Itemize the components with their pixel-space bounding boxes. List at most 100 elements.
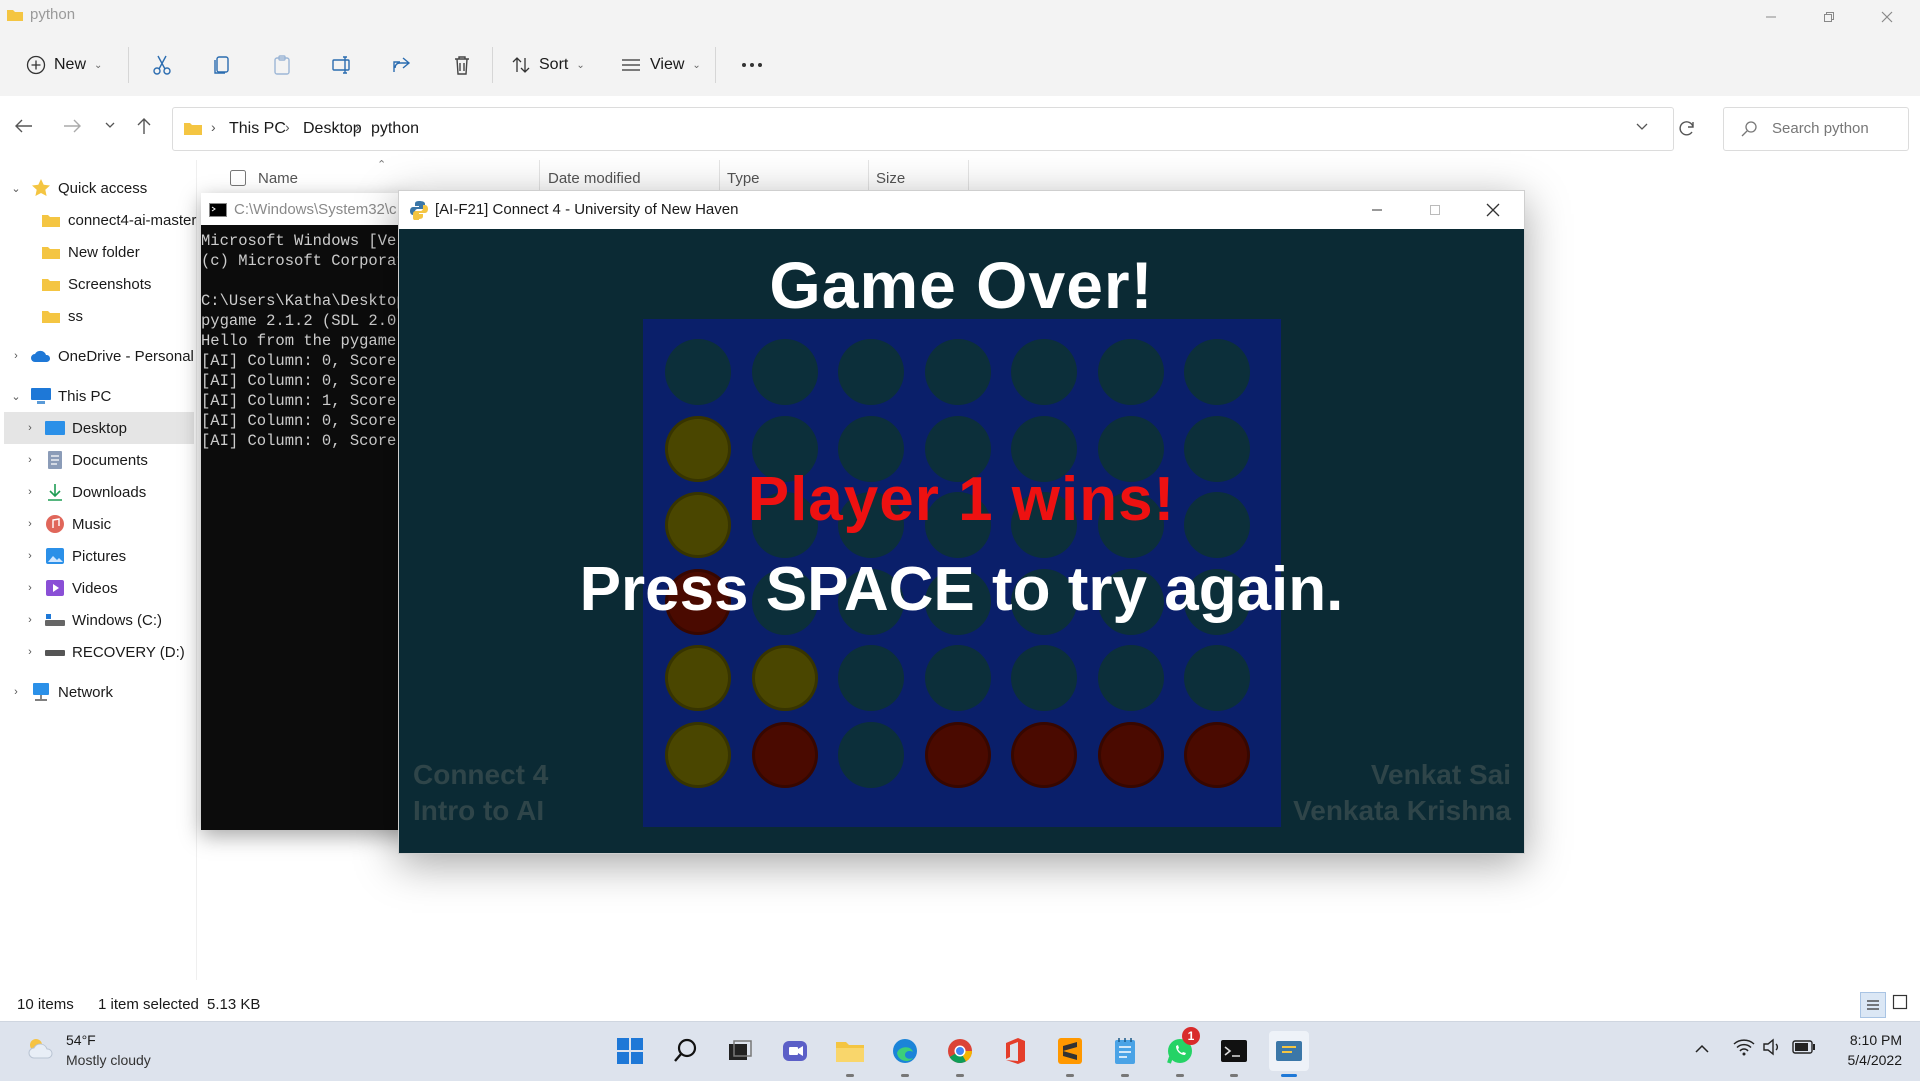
python-icon[interactable] [1269, 1031, 1309, 1077]
nav-onedrive[interactable]: › OneDrive - Personal [8, 340, 194, 372]
breadcrumb-python[interactable]: python [371, 120, 419, 138]
red-disc [751, 721, 818, 788]
chevron-right-icon: › [211, 119, 216, 135]
red-disc [1011, 721, 1077, 788]
weather-desc: Mostly cloudy [66, 1052, 151, 1068]
office-icon[interactable] [995, 1031, 1035, 1071]
weather-cloud-icon[interactable] [26, 1036, 56, 1060]
up-arrow-icon[interactable] [135, 116, 153, 136]
nav-label: Network [58, 683, 114, 701]
nav-pictures[interactable]: › Pictures [22, 540, 126, 572]
chevron-right-icon: › [285, 119, 290, 135]
chevron-down-icon: ⌄ [94, 59, 103, 71]
divider [492, 47, 493, 83]
start-icon[interactable] [610, 1031, 650, 1071]
notepad-icon[interactable] [1105, 1031, 1145, 1077]
taskbar: 54°F Mostly cloudy 1 8:10 PM 5/4/2022 [0, 1021, 1920, 1081]
view-button[interactable]: View ⌄ [612, 45, 709, 85]
folder-icon [40, 209, 62, 231]
details-view-icon[interactable] [1860, 992, 1886, 1018]
minimize-button[interactable] [1748, 0, 1794, 34]
nav-connect4-ai-master[interactable]: connect4-ai-master [40, 204, 196, 236]
whatsapp-icon[interactable]: 1 [1160, 1027, 1200, 1077]
select-all-checkbox[interactable] [230, 170, 246, 186]
column-name[interactable]: Name [258, 170, 298, 187]
nav-windows-c[interactable]: › Windows (C:) [22, 604, 162, 636]
file-explorer-icon[interactable] [830, 1031, 870, 1077]
game-canvas[interactable]: Game Over! Player 1 wins! Press SPACE to… [399, 229, 1524, 853]
nav-network[interactable]: › Network [8, 676, 113, 708]
nav-ss[interactable]: ss [40, 300, 83, 332]
network-icon [30, 681, 52, 703]
nav-label: Videos [72, 579, 118, 597]
pygame-window[interactable]: [AI-F21] Connect 4 - University of New H… [398, 190, 1525, 854]
empty-slot [838, 645, 904, 711]
chevron-down-icon: ⌄ [11, 182, 21, 195]
nav-this-pc[interactable]: ⌄ This PC [8, 380, 111, 412]
column-date-modified[interactable]: Date modified [548, 170, 641, 187]
cut-button[interactable] [143, 45, 181, 85]
forward-arrow-icon[interactable] [62, 118, 82, 134]
console-window[interactable]: C:\Windows\System32\c Microsoft Windows … [201, 193, 411, 830]
chevron-up-icon[interactable] [1694, 1042, 1710, 1054]
maximize-button[interactable] [1412, 193, 1458, 227]
active-indicator [1281, 1074, 1297, 1077]
star-icon [30, 177, 52, 199]
nav-music[interactable]: › Music [22, 508, 111, 540]
task-view-icon[interactable] [720, 1031, 760, 1071]
address-bar[interactable]: › This PC › Desktop › python [172, 107, 1674, 151]
copy-button[interactable] [203, 45, 241, 85]
chrome-icon[interactable] [940, 1031, 980, 1077]
nav-desktop[interactable]: › Desktop [4, 412, 194, 444]
clock-date[interactable]: 5/4/2022 [1824, 1052, 1903, 1068]
restore-button[interactable] [1806, 0, 1852, 34]
chat-icon[interactable] [775, 1031, 815, 1071]
paste-button[interactable] [263, 45, 301, 85]
tiles-view-icon[interactable] [1892, 994, 1908, 1010]
more-options-button[interactable] [732, 45, 772, 85]
nav-quick-access[interactable]: ⌄ Quick access [8, 172, 147, 204]
nav-downloads[interactable]: › Downloads [22, 476, 146, 508]
refresh-icon[interactable] [1677, 118, 1697, 138]
nav-videos[interactable]: › Videos [22, 572, 118, 604]
wifi-icon[interactable] [1733, 1038, 1755, 1056]
volume-icon[interactable] [1762, 1038, 1784, 1056]
plus-circle-icon [26, 55, 46, 75]
new-button[interactable]: New ⌄ [18, 45, 110, 85]
nav-documents[interactable]: › Documents [22, 444, 148, 476]
breadcrumb-desktop[interactable]: Desktop [303, 120, 362, 138]
rename-icon [331, 54, 353, 76]
back-arrow-icon[interactable] [14, 118, 34, 134]
clock-time[interactable]: 8:10 PM [1836, 1032, 1902, 1048]
nav-recovery-d[interactable]: › RECOVERY (D:) [22, 636, 185, 668]
nav-new-folder[interactable]: New folder [40, 236, 140, 268]
column-size[interactable]: Size [876, 170, 905, 187]
red-disc [924, 721, 991, 788]
nav-label: Screenshots [68, 275, 152, 293]
console-line: C:\Users\Katha\Desktop [201, 292, 406, 310]
empty-slot [838, 721, 904, 788]
battery-icon[interactable] [1792, 1040, 1816, 1054]
sublime-icon[interactable] [1050, 1031, 1090, 1077]
running-indicator [1176, 1074, 1184, 1077]
sort-button[interactable]: Sort ⌄ [503, 45, 593, 85]
address-dropdown-chevron-icon[interactable] [1635, 122, 1649, 132]
column-type[interactable]: Type [727, 170, 760, 187]
edge-icon[interactable] [885, 1031, 925, 1077]
nav-screenshots[interactable]: Screenshots [40, 268, 151, 300]
close-button[interactable] [1864, 0, 1910, 34]
delete-button[interactable] [443, 45, 481, 85]
rename-button[interactable] [323, 45, 361, 85]
chevron-right-icon: › [14, 686, 18, 698]
music-icon [44, 513, 66, 535]
close-button[interactable] [1470, 193, 1516, 227]
credit-left: Connect 4 Intro to AI [413, 757, 548, 829]
share-button[interactable] [383, 45, 421, 85]
search-input[interactable]: Search python [1723, 107, 1909, 151]
search-icon[interactable] [666, 1031, 706, 1071]
console-output: Microsoft Windows [Ver (c) Microsoft Cor… [201, 231, 411, 451]
terminal-icon[interactable] [1214, 1031, 1254, 1077]
minimize-button[interactable] [1354, 193, 1400, 227]
breadcrumb-this-pc[interactable]: This PC [229, 120, 286, 138]
recent-locations-chevron-icon[interactable] [104, 120, 116, 130]
